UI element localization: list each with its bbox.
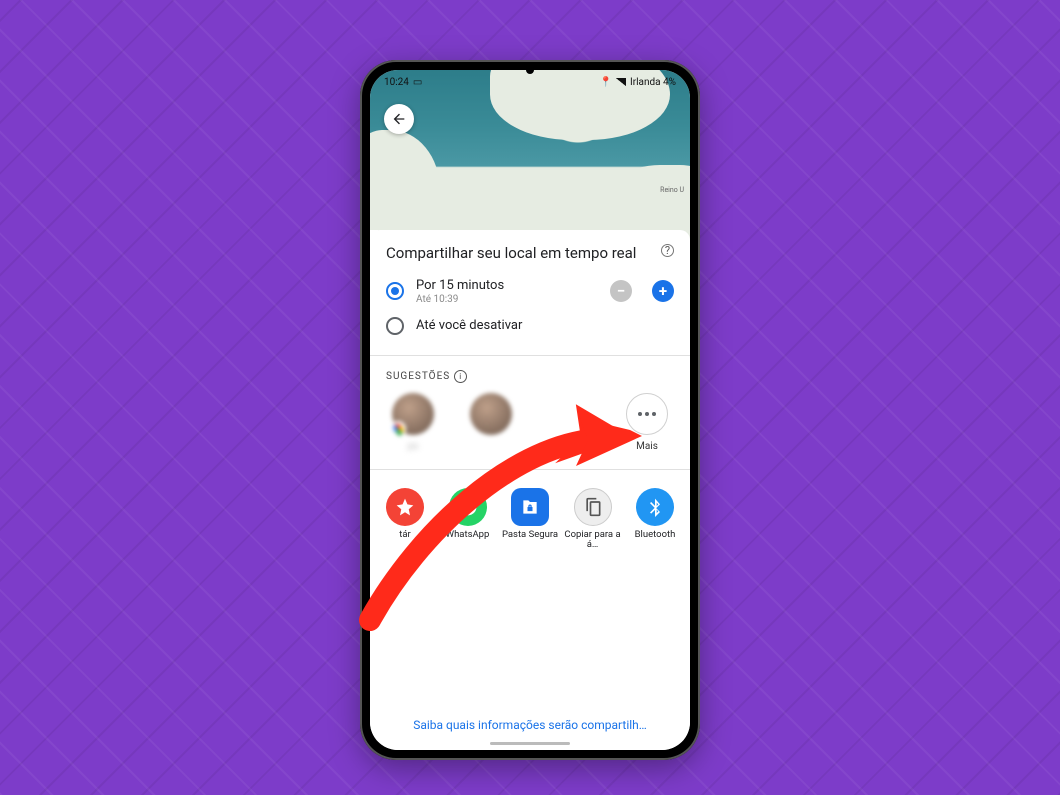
share-app-label: WhatsApp [446, 530, 490, 541]
option-minutes-sub: Até 10:39 [416, 294, 598, 305]
option-duration-minutes[interactable]: Por 15 minutos Até 10:39 − + [370, 272, 690, 311]
share-app-secure-folder[interactable]: Pasta Segura [499, 488, 561, 552]
back-button[interactable] [384, 104, 414, 134]
status-time: 10:24 [384, 77, 409, 88]
share-app-bluetooth[interactable]: Bluetooth [624, 488, 686, 552]
share-app[interactable]: tár [374, 488, 436, 552]
suggestion-label: ps [408, 441, 419, 452]
share-apps-row: tár WhatsApp Pasta Segura [370, 470, 690, 552]
sheet-title: Compartilhar seu local em tempo real [386, 244, 653, 264]
more-button[interactable] [626, 393, 668, 435]
info-icon[interactable]: i [454, 370, 467, 383]
decrement-button[interactable]: − [610, 280, 632, 302]
gmaps-pin-icon [390, 421, 406, 437]
phone-frame: 10:24 ▭ 📍 Irlanda 4% Reino U [360, 60, 700, 760]
share-sheet: Compartilhar seu local em tempo real ? P… [370, 230, 690, 750]
radio-selected-icon[interactable] [386, 282, 404, 300]
radio-unselected-icon[interactable] [386, 317, 404, 335]
more-label: Mais [636, 441, 658, 452]
secure-folder-icon [511, 488, 549, 526]
whatsapp-icon [449, 488, 487, 526]
bluetooth-icon [636, 488, 674, 526]
option-until-off-label: Até você desativar [416, 318, 674, 333]
more-suggestions[interactable]: Mais [610, 393, 684, 453]
arrow-left-icon [391, 111, 407, 127]
camera-notch [526, 66, 534, 74]
avatar [470, 393, 512, 435]
help-icon[interactable]: ? [661, 244, 674, 257]
avatar [392, 393, 434, 435]
option-minutes-label: Por 15 minutos [416, 278, 598, 293]
status-notif-icon: ▭ [413, 77, 422, 88]
suggestion-contact[interactable] [454, 393, 528, 453]
suggestions-header: SUGESTÕES [386, 371, 450, 382]
share-app-label: Bluetooth [635, 530, 676, 541]
share-app-whatsapp[interactable]: WhatsApp [437, 488, 499, 552]
status-signal-icon [616, 78, 626, 86]
home-indicator [490, 742, 570, 745]
share-app-label: Pasta Segura [502, 530, 558, 541]
share-app-label: tár [399, 530, 411, 541]
increment-button[interactable]: + [652, 280, 674, 302]
status-location-icon: 📍 [600, 77, 612, 88]
suggestion-contact[interactable] [532, 393, 606, 453]
footer-info-link[interactable]: Saiba quais informações serão compartilh… [370, 718, 690, 732]
map-area[interactable]: Reino U [370, 70, 690, 230]
share-app-label: Copiar para a á… [564, 530, 622, 552]
suggestions-row: ps [370, 389, 690, 453]
option-until-off[interactable]: Até você desativar [370, 311, 690, 341]
suggestion-contact[interactable]: ps [376, 393, 450, 453]
copy-icon [574, 488, 612, 526]
status-battery-text: Irlanda 4% [630, 77, 676, 88]
map-label-country: Reino U [660, 186, 684, 194]
share-app-clipboard[interactable]: Copiar para a á… [562, 488, 624, 552]
star-app-icon [386, 488, 424, 526]
more-dots-icon [645, 412, 649, 416]
phone-screen: 10:24 ▭ 📍 Irlanda 4% Reino U [370, 70, 690, 750]
landmass [370, 130, 440, 240]
